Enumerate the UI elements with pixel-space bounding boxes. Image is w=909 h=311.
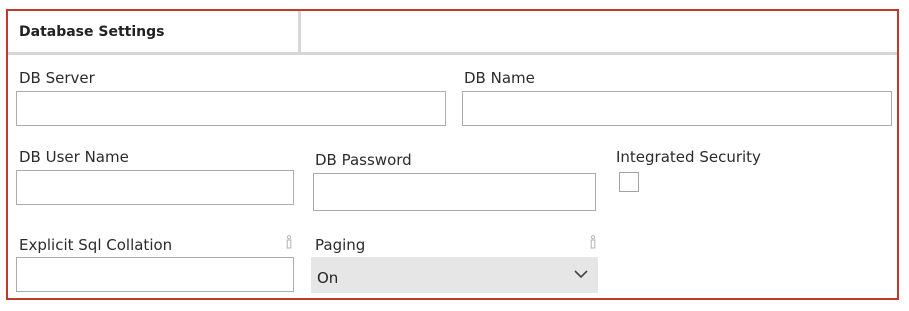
db-server-label: DB Server: [19, 69, 95, 87]
db-name-input[interactable]: [462, 91, 892, 126]
explicit-sql-collation-input[interactable]: [16, 257, 294, 292]
db-name-label: DB Name: [464, 69, 535, 87]
integrated-security-label: Integrated Security: [616, 148, 761, 166]
db-server-input[interactable]: [16, 91, 446, 126]
chevron-down-icon: [574, 270, 588, 279]
db-password-input[interactable]: [313, 173, 596, 211]
explicit-sql-collation-label: Explicit Sql Collation: [19, 236, 173, 254]
tab-database-settings[interactable]: Database Settings: [8, 11, 301, 53]
info-icon[interactable]: [284, 235, 294, 249]
paging-selected-value: On: [317, 269, 339, 287]
database-settings-panel: Database Settings DB Server DB Name DB U…: [6, 9, 899, 300]
db-user-name-input[interactable]: [16, 170, 294, 205]
info-icon[interactable]: [588, 235, 598, 249]
paging-label: Paging: [315, 236, 366, 254]
paging-select[interactable]: On: [311, 257, 598, 293]
db-user-name-label: DB User Name: [19, 148, 129, 166]
integrated-security-checkbox[interactable]: [619, 172, 639, 192]
tab-bar: Database Settings: [8, 11, 897, 55]
db-password-label: DB Password: [315, 151, 412, 169]
